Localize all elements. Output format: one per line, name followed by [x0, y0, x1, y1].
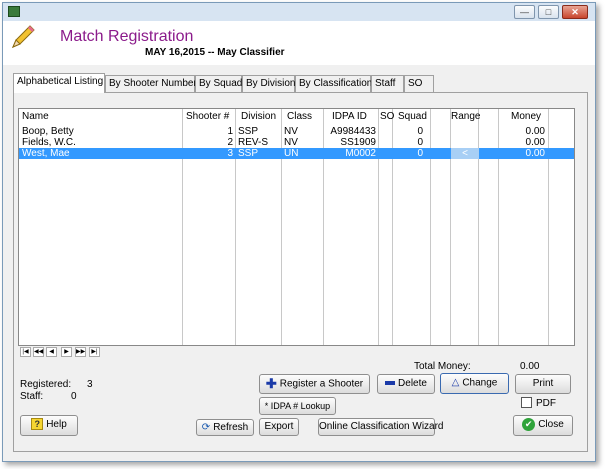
plus-icon: ✚ [265, 376, 277, 391]
cell-range[interactable]: < [451, 148, 479, 159]
idpa-lookup-button[interactable]: * IDPA # Lookup [259, 397, 336, 415]
cell-squad: 0 [417, 126, 423, 137]
col-header-money[interactable]: Money [511, 109, 541, 124]
table-row[interactable]: Fields, W.C. 2 REV-S NV SS1909 0 0.00 [19, 137, 574, 148]
tab-by-classification[interactable]: By Classification [295, 75, 372, 92]
register-shooter-button[interactable]: ✚ Register a Shooter [259, 374, 370, 394]
cell-idpa-id: SS1909 [340, 137, 376, 148]
table-row[interactable]: Boop, Betty 1 SSP NV A9984433 0 0.00 [19, 126, 574, 137]
cell-class: UN [284, 148, 299, 159]
refresh-button[interactable]: ⟳ Refresh [196, 419, 254, 436]
minus-icon [385, 381, 396, 386]
cell-division: SSP [238, 148, 259, 159]
checkmark-icon: ✔ [522, 417, 536, 431]
pdf-checkbox[interactable] [521, 397, 532, 408]
total-money-label: Total Money: [414, 361, 471, 372]
col-header-name[interactable]: Name [22, 109, 49, 124]
tab-alphabetical-listing[interactable]: Alphabetical Listing [13, 73, 105, 93]
tab-so[interactable]: SO [404, 75, 434, 92]
maximize-button[interactable]: □ [538, 5, 559, 19]
title-bar: — □ ✕ [3, 3, 595, 21]
close-window-button[interactable]: ✕ [562, 5, 588, 19]
table-row-selected[interactable]: West, Mae 3 SSP UN M0002 0 < 0.00 [19, 148, 574, 159]
export-button[interactable]: Export [259, 418, 299, 436]
cell-name: Fields, W.C. [22, 137, 76, 148]
shooter-grid[interactable]: Name Shooter # Division Class IDPA ID SO… [18, 108, 575, 358]
cell-division: REV-S [238, 137, 269, 148]
staff-count: 0 [71, 391, 77, 402]
first-record-button[interactable]: |◀ [20, 347, 31, 357]
tab-by-division[interactable]: By Division [242, 75, 295, 92]
pdf-label: PDF [536, 398, 556, 409]
col-header-so[interactable]: SO [380, 109, 394, 124]
triangle-icon: △ [451, 377, 460, 388]
col-header-shooter-number[interactable]: Shooter # [186, 109, 229, 124]
question-icon: ? [31, 418, 44, 431]
page-title: Match Registration [60, 28, 194, 45]
cell-class: NV [284, 137, 298, 148]
tab-staff[interactable]: Staff [371, 75, 404, 92]
cell-shooter-number: 2 [227, 137, 233, 148]
col-header-idpa-id[interactable]: IDPA ID [332, 109, 367, 124]
tab-by-squad[interactable]: By Squad [195, 75, 242, 92]
online-classification-wizard-button[interactable]: Online Classification Wizard [318, 418, 444, 436]
change-label: Change [462, 377, 498, 389]
minimize-button[interactable]: — [514, 5, 535, 19]
cell-money: 0.00 [525, 137, 545, 148]
help-label: Help [46, 419, 67, 430]
cell-division: SSP [238, 126, 259, 137]
cell-name: Boop, Betty [22, 126, 74, 137]
refresh-icon: ⟳ [201, 422, 211, 433]
help-button[interactable]: ? Help [20, 415, 78, 436]
cell-name: West, Mae [22, 148, 70, 159]
prev-record-button[interactable]: ◀ [46, 347, 57, 357]
app-icon [8, 6, 20, 17]
col-header-division[interactable]: Division [241, 109, 276, 124]
col-header-squad[interactable]: Squad [398, 109, 427, 124]
cell-money: 0.00 [525, 126, 545, 137]
last-record-button[interactable]: ▶| [89, 347, 100, 357]
registered-count: 3 [87, 379, 93, 390]
cell-squad: 0 [417, 148, 423, 159]
change-button[interactable]: △ Change [440, 373, 509, 394]
cell-idpa-id: A9984433 [330, 126, 376, 137]
print-button[interactable]: Print [515, 374, 571, 394]
col-header-class[interactable]: Class [287, 109, 312, 124]
next-record-button[interactable]: ▶ [61, 347, 72, 357]
cell-shooter-number: 1 [227, 126, 233, 137]
prev-page-button[interactable]: ◀◀ [33, 347, 44, 357]
close-label: Close [538, 419, 564, 430]
total-money-value: 0.00 [520, 361, 540, 372]
refresh-label: Refresh [213, 422, 249, 434]
delete-button[interactable]: Delete [377, 374, 435, 394]
cell-idpa-id: M0002 [345, 148, 376, 159]
pencil-icon [12, 25, 35, 48]
staff-label: Staff: [20, 391, 44, 402]
delete-label: Delete [398, 378, 427, 389]
cell-money: 0.00 [525, 148, 545, 159]
match-subtitle: MAY 16,2015 -- May Classifier [145, 47, 285, 58]
close-button[interactable]: ✔ Close [513, 415, 573, 436]
cell-shooter-number: 3 [227, 148, 233, 159]
cell-class: NV [284, 126, 298, 137]
col-header-range[interactable]: Range [451, 109, 480, 124]
cell-squad: 0 [417, 137, 423, 148]
tab-by-shooter-number[interactable]: By Shooter Number [105, 75, 197, 92]
registered-label: Registered: [20, 379, 72, 390]
register-shooter-label: Register a Shooter [279, 378, 364, 390]
record-navigator: |◀ ◀◀ ◀ ▶ ▶▶ ▶| [18, 345, 575, 358]
next-page-button[interactable]: ▶▶ [75, 347, 86, 357]
